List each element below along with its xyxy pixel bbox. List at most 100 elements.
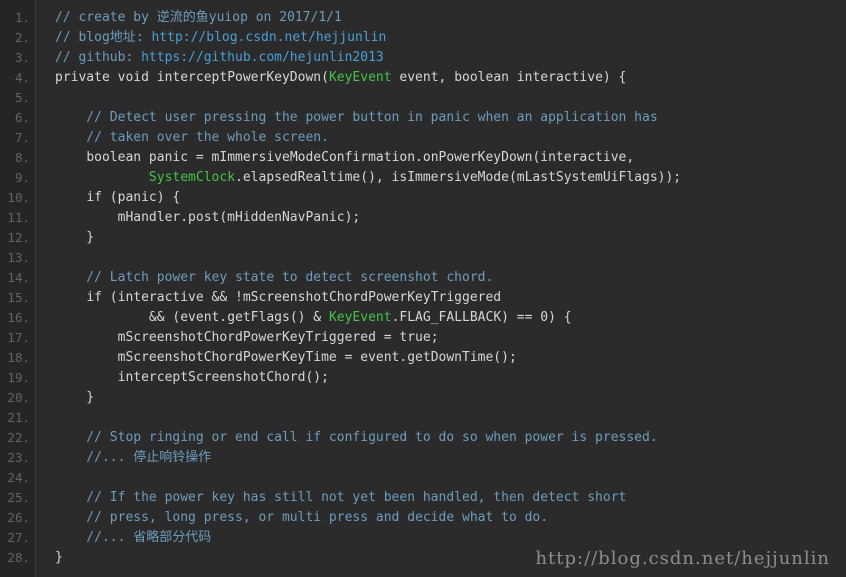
line-number: 11.: [7, 210, 30, 225]
code-token-plain: && (: [55, 310, 181, 325]
code-viewer: 1. 2. 3. 4. 5. 6. 7. 8. 9. 10. 11. 12. 13. 14. 15. 16. 1…: [0, 0, 846, 577]
code-token-plain: ;: [430, 330, 439, 345]
code-token-plain: (panic) {: [101, 190, 181, 205]
line-number: 28.: [7, 550, 30, 565]
code-token-keyword: event: [360, 350, 400, 365]
code-line[interactable]: //... 省略部分代码: [37, 528, 846, 548]
code-token-number: 0: [540, 310, 549, 325]
line-number: 9.: [14, 170, 30, 185]
code-line[interactable]: interceptScreenshotChord();: [37, 368, 846, 388]
line-number: 15.: [7, 290, 30, 305]
code-token-comment: // github:: [55, 50, 142, 65]
code-token-plain: .FLAG_FALLBACK) ==: [391, 310, 541, 325]
line-number-gutter: 1. 2. 3. 4. 5. 6. 7. 8. 9. 10. 11. 12. 13. 14. 15. 16. 1…: [0, 0, 36, 577]
code-token-comment: // taken over the whole screen.: [55, 130, 329, 145]
code-line[interactable]: mHandler.post(mHiddenNavPanic);: [37, 208, 846, 228]
code-line[interactable]: }: [37, 388, 846, 408]
code-token-keyword: boolean: [454, 70, 509, 85]
line-number: 8.: [14, 150, 30, 165]
code-line[interactable]: // Latch power key state to detect scree…: [37, 268, 846, 288]
line-number: 16.: [7, 310, 30, 325]
line-number: 10.: [7, 190, 30, 205]
code-line[interactable]: // If the power key has still not yet be…: [37, 488, 846, 508]
code-token-plain: .getDownTime();: [399, 350, 517, 365]
code-token-plain: interceptPowerKeyDown(: [148, 70, 329, 85]
line-number: 2.: [14, 30, 30, 45]
line-number: 22.: [7, 430, 30, 445]
code-token-type: SystemClock: [148, 170, 236, 185]
code-line[interactable]: // Stop ringing or end call if configure…: [37, 428, 846, 448]
code-token-comment: // create by: [55, 10, 157, 25]
code-token-type: KeyEvent: [328, 70, 392, 85]
code-token-plain: .elapsedRealtime(), isImmersiveMode(mLas…: [235, 170, 682, 185]
code-token-plain: .getFlags() &: [219, 310, 329, 325]
code-line[interactable]: if (interactive && !mScreenshotChordPowe…: [37, 288, 846, 308]
code-line[interactable]: }: [37, 228, 846, 248]
code-token-keyword: event: [180, 310, 220, 325]
code-token-plain: ) {: [548, 310, 572, 325]
code-token-plain: interceptScreenshotChord();: [55, 370, 329, 385]
line-number-list: 1. 2. 3. 4. 5. 6. 7. 8. 9. 10. 11. 12. 13. 14. 15. 16. 1…: [0, 0, 35, 568]
code-token-type: KeyEvent: [328, 310, 392, 325]
code-content-area[interactable]: // create by 逆流的鱼yuiop on 2017/1/1// blo…: [37, 0, 846, 577]
code-token-plain: }: [55, 390, 95, 405]
code-line[interactable]: [37, 248, 846, 268]
code-line[interactable]: mScreenshotChordPowerKeyTime = event.get…: [37, 348, 846, 368]
line-number: 23.: [7, 450, 30, 465]
line-number: 6.: [14, 110, 30, 125]
code-token-keyword: boolean: [86, 150, 142, 165]
code-token-plain: ,: [438, 70, 455, 85]
code-token-comment: // Detect user pressing the power button…: [55, 110, 658, 125]
line-number: 24.: [7, 470, 30, 485]
code-line[interactable]: boolean panic = mImmersiveModeConfirmati…: [37, 148, 846, 168]
code-line[interactable]: // create by 逆流的鱼yuiop on 2017/1/1: [37, 8, 846, 28]
line-number: 25.: [7, 490, 30, 505]
code-token-plain: mScreenshotChordPowerKeyTriggered =: [55, 330, 400, 345]
code-token-plain: mHandler.post(mHiddenNavPanic);: [55, 210, 361, 225]
code-line[interactable]: // press, long press, or multi press and…: [37, 508, 846, 528]
code-line[interactable]: // Detect user pressing the power button…: [37, 108, 846, 128]
line-number: 26.: [7, 510, 30, 525]
code-line[interactable]: //... 停止响铃操作: [37, 448, 846, 468]
code-token-comment: 地址: [109, 30, 136, 45]
code-token-comment: //...: [55, 450, 134, 465]
code-token-link: http://blog.csdn.net/hejjunlin: [151, 30, 387, 45]
line-number: 14.: [7, 270, 30, 285]
line-number: 19.: [7, 370, 30, 385]
code-line[interactable]: // github: https://github.com/hejunlin20…: [37, 48, 846, 68]
code-line[interactable]: [37, 408, 846, 428]
code-line[interactable]: if (panic) {: [37, 188, 846, 208]
code-line[interactable]: // taken over the whole screen.: [37, 128, 846, 148]
line-number: 4.: [14, 70, 30, 85]
code-line[interactable]: // blog地址: http://blog.csdn.net/hejjunli…: [37, 28, 846, 48]
code-token-comment: // blog: [55, 30, 110, 45]
code-token-plain: interactive) {: [508, 70, 627, 85]
code-token-keyword: if: [86, 190, 102, 205]
line-number: 27.: [7, 530, 30, 545]
code-line[interactable]: private void interceptPowerKeyDown(KeyEv…: [37, 68, 846, 88]
code-token-comment: // If the power key has still not yet be…: [55, 490, 627, 505]
line-number: 18.: [7, 350, 30, 365]
line-number: 1.: [14, 10, 30, 25]
code-token-comment: // Stop ringing or end call if configure…: [55, 430, 658, 445]
watermark-url: http://blog.csdn.net/hejjunlin: [535, 548, 830, 569]
code-token-keyword: true: [399, 330, 431, 345]
code-token-keyword: event: [399, 70, 439, 85]
code-line[interactable]: && (event.getFlags() & KeyEvent.FLAG_FAL…: [37, 308, 846, 328]
code-line[interactable]: SystemClock.elapsedRealtime(), isImmersi…: [37, 168, 846, 188]
code-token-plain: }: [55, 550, 63, 565]
code-line[interactable]: mScreenshotChordPowerKeyTriggered = true…: [37, 328, 846, 348]
code-token-keyword: if: [86, 290, 102, 305]
line-number: 17.: [7, 330, 30, 345]
code-line[interactable]: [37, 468, 846, 488]
line-number: 12.: [7, 230, 30, 245]
code-token-comment: // press, long press, or multi press and…: [55, 510, 549, 525]
line-number: 20.: [7, 390, 30, 405]
code-token-comment: 省略部分代码: [133, 530, 212, 545]
code-token-plain: mScreenshotChordPowerKeyTime =: [55, 350, 361, 365]
code-line[interactable]: [37, 88, 846, 108]
